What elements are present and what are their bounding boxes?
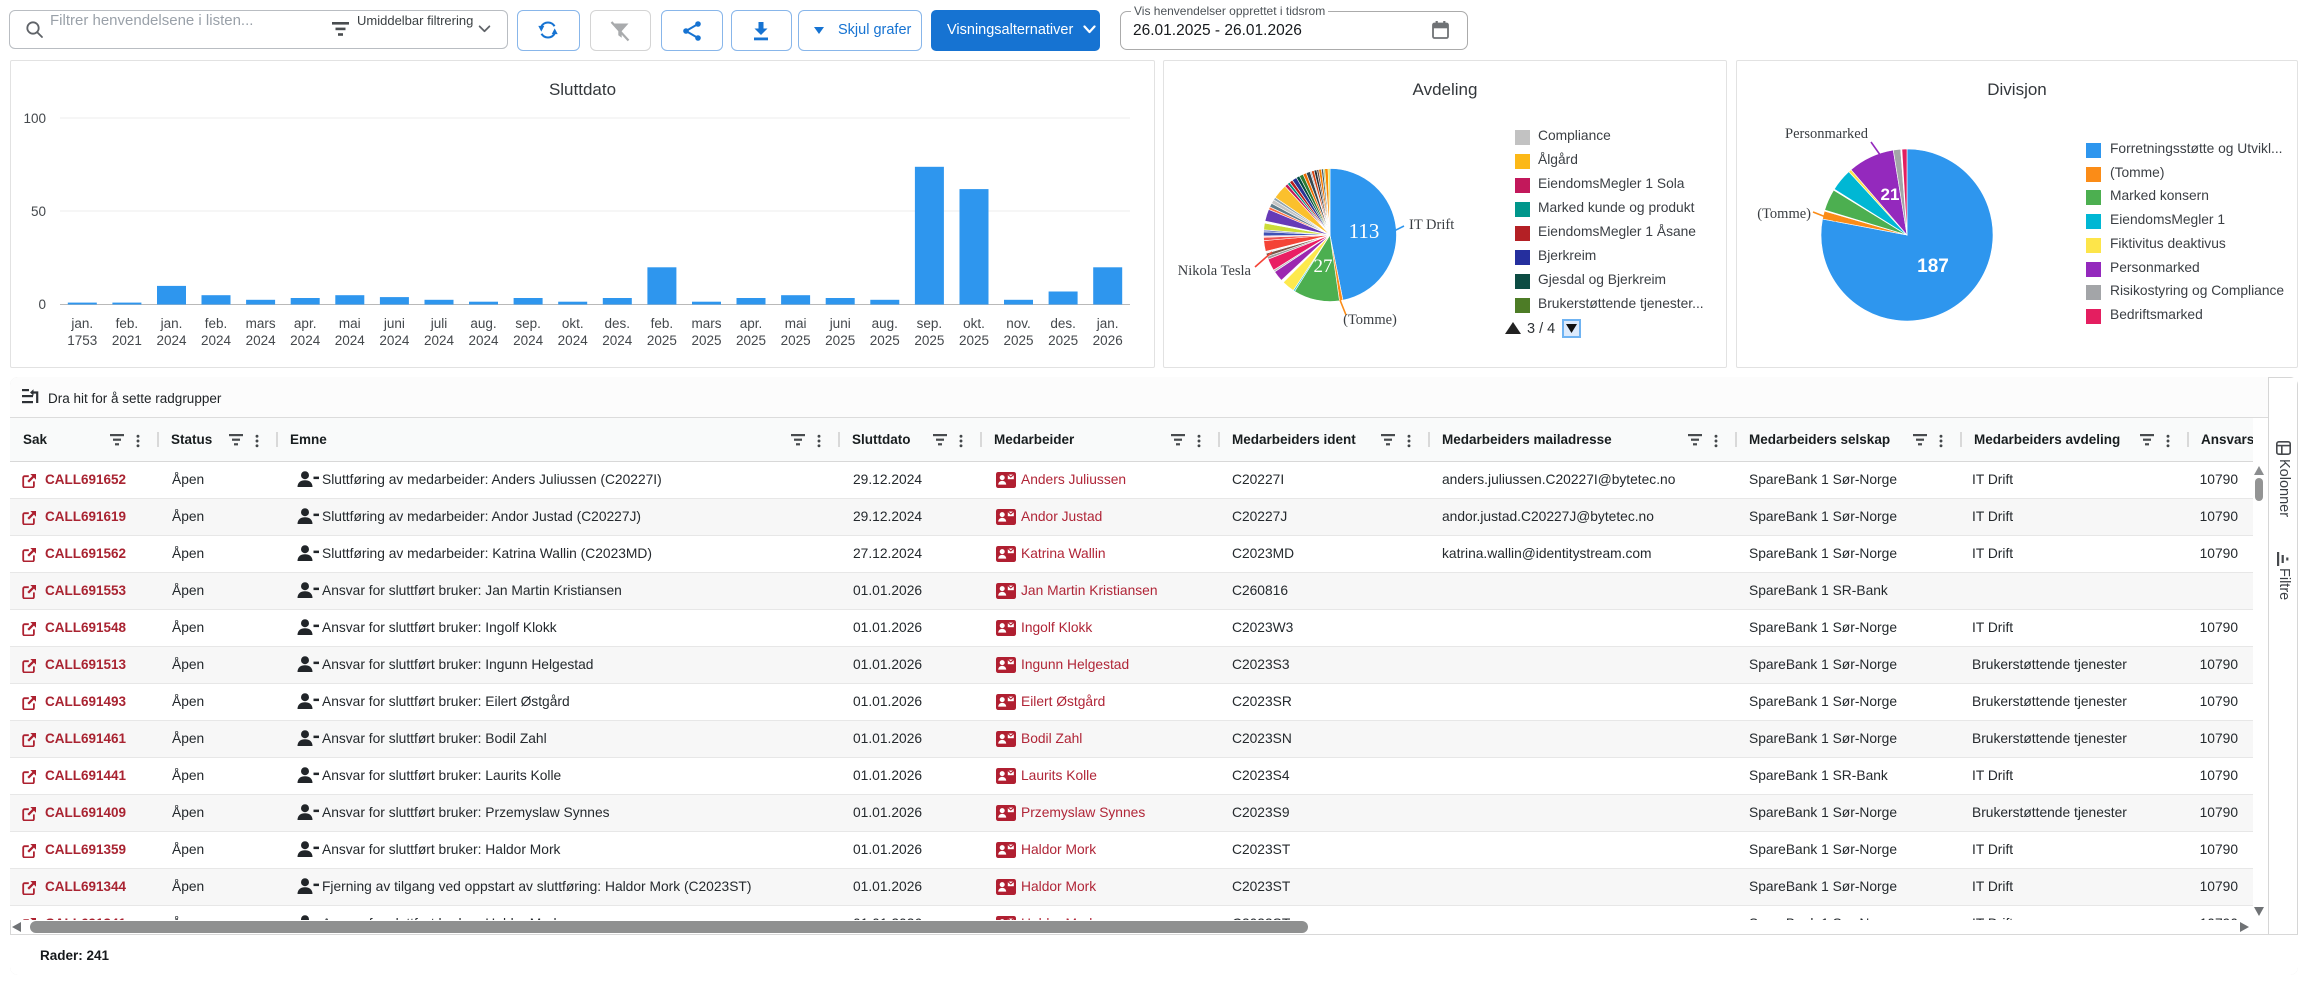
svg-text:2024: 2024 (602, 333, 633, 348)
svg-text:des.: des. (605, 316, 631, 331)
svg-text:2025: 2025 (1048, 333, 1078, 348)
svg-text:2025: 2025 (825, 333, 855, 348)
svg-text:2021: 2021 (112, 333, 142, 348)
svg-text:2024: 2024 (379, 333, 410, 348)
svg-text:sep.: sep. (917, 316, 943, 331)
svg-text:0: 0 (38, 297, 46, 312)
svg-text:jan.: jan. (70, 316, 93, 331)
svg-text:2025: 2025 (736, 333, 766, 348)
svg-text:mars: mars (692, 316, 722, 331)
svg-text:2024: 2024 (201, 333, 232, 348)
svg-text:apr.: apr. (740, 316, 763, 331)
svg-text:des.: des. (1050, 316, 1076, 331)
svg-text:Nikola Tesla: Nikola Tesla (1178, 263, 1252, 279)
svg-text:27: 27 (1314, 256, 1333, 277)
svg-text:juni: juni (383, 316, 405, 331)
svg-text:mai: mai (785, 316, 807, 331)
svg-text:21: 21 (1881, 185, 1900, 204)
svg-text:juli: juli (430, 316, 448, 331)
svg-text:50: 50 (31, 204, 46, 219)
svg-text:(Tomme): (Tomme) (1343, 312, 1397, 328)
svg-text:2025: 2025 (1003, 333, 1033, 348)
svg-text:Personmarked: Personmarked (1785, 126, 1869, 142)
svg-text:feb.: feb. (116, 316, 139, 331)
svg-text:1753: 1753 (67, 333, 97, 348)
svg-text:2025: 2025 (691, 333, 721, 348)
svg-text:2024: 2024 (468, 333, 499, 348)
svg-text:2024: 2024 (513, 333, 544, 348)
svg-text:(Tomme): (Tomme) (1757, 206, 1811, 222)
svg-text:2024: 2024 (558, 333, 589, 348)
svg-text:2025: 2025 (870, 333, 900, 348)
svg-text:2024: 2024 (156, 333, 187, 348)
svg-text:2024: 2024 (246, 333, 277, 348)
svg-text:2025: 2025 (647, 333, 677, 348)
svg-text:2024: 2024 (290, 333, 321, 348)
svg-text:2024: 2024 (335, 333, 366, 348)
svg-text:jan.: jan. (1096, 316, 1119, 331)
svg-text:apr.: apr. (294, 316, 317, 331)
svg-text:nov.: nov. (1006, 316, 1031, 331)
svg-text:2025: 2025 (914, 333, 944, 348)
svg-text:okt.: okt. (562, 316, 584, 331)
svg-text:okt.: okt. (963, 316, 985, 331)
svg-text:feb.: feb. (205, 316, 228, 331)
svg-text:113: 113 (1349, 219, 1380, 243)
svg-text:2025: 2025 (959, 333, 989, 348)
svg-text:100: 100 (23, 111, 46, 126)
svg-text:mai: mai (339, 316, 361, 331)
svg-text:aug.: aug. (470, 316, 496, 331)
svg-text:2026: 2026 (1093, 333, 1123, 348)
svg-text:feb.: feb. (651, 316, 674, 331)
svg-text:mars: mars (246, 316, 276, 331)
svg-text:187: 187 (1917, 256, 1949, 277)
svg-text:aug.: aug. (872, 316, 898, 331)
svg-text:2025: 2025 (781, 333, 811, 348)
svg-text:sep.: sep. (515, 316, 541, 331)
svg-text:juni: juni (829, 316, 851, 331)
svg-text:jan.: jan. (160, 316, 183, 331)
svg-text:2024: 2024 (424, 333, 455, 348)
svg-text:IT Drift: IT Drift (1409, 217, 1454, 233)
